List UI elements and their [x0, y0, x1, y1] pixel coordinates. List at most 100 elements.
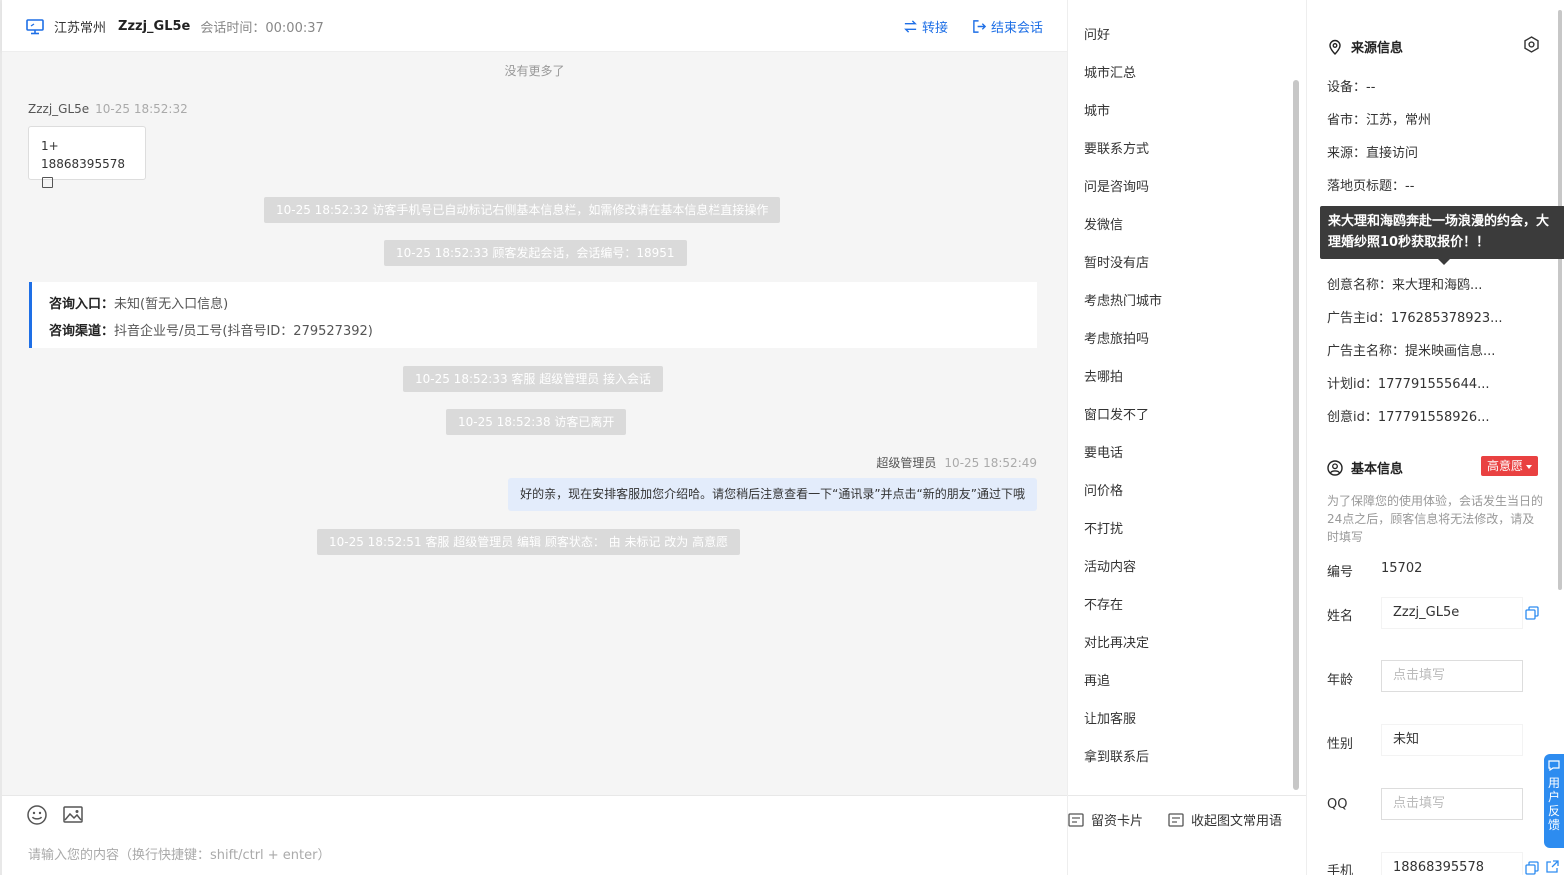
quick-phrase-item[interactable]: 再追: [1084, 670, 1110, 689]
source-device: 设备：--: [1327, 80, 1376, 95]
system-message: 10-25 18:52:38 访客已离开: [446, 409, 627, 435]
exit-icon: [973, 20, 987, 33]
source-info-title: 来源信息: [1327, 37, 1403, 56]
source-landing-title: 落地页标题：--: [1327, 179, 1415, 194]
system-message: 10-25 18:52:51 客服 超级管理员 编辑 顾客状态： 由 未标记 改…: [317, 529, 741, 555]
copy-icon[interactable]: [1525, 606, 1539, 620]
emoji-icon[interactable]: [26, 804, 48, 826]
composer: 请输入您的内容（换行快捷键：shift/ctrl + enter）: [2, 795, 1067, 875]
agent-message-name: 超级管理员: [876, 456, 937, 470]
quick-phrase-item[interactable]: 活动内容: [1084, 556, 1136, 575]
qq-field[interactable]: 点击填写: [1381, 788, 1523, 820]
quick-phrase-scrollbar[interactable]: [1293, 80, 1299, 790]
external-link-icon[interactable]: [1545, 860, 1559, 874]
visitor-name: Zzzj_GL5e: [118, 19, 191, 34]
visitor-message-name: Zzzj_GL5e: [28, 102, 90, 116]
gender-field[interactable]: 未知: [1381, 724, 1523, 756]
transfer-label: 转接: [921, 21, 948, 36]
quick-phrase-item[interactable]: 让加客服: [1084, 708, 1136, 727]
quick-phrase-item[interactable]: 考虑旅拍吗: [1084, 328, 1149, 347]
image-icon[interactable]: [62, 804, 84, 826]
quick-phrase-item[interactable]: 问好: [1084, 24, 1110, 43]
source-creative-name[interactable]: 创意名称：来大理和海鸥...: [1327, 274, 1482, 293]
gender-label: 性别: [1327, 737, 1354, 752]
visitor-message-bubble: 1+ 18868395578: [28, 126, 146, 188]
phone-label: 手机: [1327, 864, 1354, 875]
session-time: 会话时间：00:00:37: [200, 17, 323, 36]
session-time-value: 00:00:37: [265, 21, 324, 36]
source-info-label: 来源信息: [1351, 41, 1404, 56]
basic-info-title: 基本信息: [1327, 458, 1403, 477]
visitor-message-phone: 18868395578: [41, 157, 125, 171]
quick-phrase-item[interactable]: 拿到联系后: [1084, 746, 1149, 765]
customer-info-panel: 来源信息 设备：-- 省市：江苏，常州 来源：直接访问 落地页标题：-- 来大理…: [1306, 0, 1564, 875]
chat-icon: [1548, 760, 1560, 772]
source-creative-id: 创意id：177791558926...: [1327, 410, 1490, 425]
monitor-icon: [26, 18, 44, 34]
agent-message-time: 10-25 18:52:49: [944, 456, 1037, 470]
quick-phrase-item[interactable]: 要电话: [1084, 442, 1123, 461]
message-icon: [1168, 812, 1184, 827]
edit-notice: 为了保障您的使用体验，会话发生当日的24点之后，顾客信息将无法修改，请及时填写: [1327, 494, 1544, 544]
session-time-label: 会话时间：: [200, 21, 266, 36]
basic-info-label: 基本信息: [1351, 462, 1404, 477]
quick-phrases-panel: 问好城市汇总城市要联系方式问是咨询吗发微信暂时没有店考虑热门城市 考虑旅拍吗去哪拍…: [1067, 0, 1306, 875]
age-placeholder: 点击填写: [1393, 668, 1446, 683]
intent-status-label: 高意愿: [1487, 459, 1524, 473]
collapse-phrases-label: 收起图文常用语: [1191, 814, 1283, 829]
quick-phrase-item[interactable]: 要联系方式: [1084, 138, 1149, 157]
quick-phrase-item[interactable]: 窗口发不了: [1084, 404, 1149, 423]
message-input[interactable]: 请输入您的内容（换行快捷键：shift/ctrl + enter）: [28, 844, 331, 863]
qq-label: QQ: [1327, 797, 1348, 812]
quick-phrase-item[interactable]: 不存在: [1084, 594, 1123, 613]
quick-phrase-item[interactable]: 城市: [1084, 100, 1110, 119]
quick-phrase-item[interactable]: 去哪拍: [1084, 366, 1123, 385]
user-circle-icon: [1327, 459, 1343, 476]
user-feedback-label: 用户反馈: [1548, 776, 1561, 832]
visitor-message-meta: Zzzj_GL5e 10-25 18:52:32: [28, 102, 188, 116]
name-field[interactable]: Zzzj_GL5e: [1381, 597, 1523, 629]
no-more-hint: 没有更多了: [504, 64, 565, 78]
location-pin-icon: [1329, 39, 1341, 55]
phone-field[interactable]: 18868395578: [1381, 852, 1523, 875]
quick-phrase-item[interactable]: 考虑热门城市: [1084, 290, 1162, 309]
quick-phrase-item[interactable]: 问价格: [1084, 480, 1123, 499]
quick-phrase-item[interactable]: 不打扰: [1084, 518, 1123, 537]
transfer-button[interactable]: 转接: [903, 17, 948, 36]
system-message: 10-25 18:52:33 客服 超级管理员 接入会话: [403, 366, 664, 392]
age-label: 年龄: [1327, 673, 1354, 688]
source-from: 来源：直接访问: [1327, 146, 1419, 161]
user-feedback-tab[interactable]: 用户反馈: [1544, 754, 1564, 848]
intent-status-dropdown[interactable]: 高意愿: [1481, 456, 1539, 476]
quick-phrase-footer: 留资卡片 收起图文常用语: [1068, 795, 1306, 875]
message-list[interactable]: 没有更多了 Zzzj_GL5e 10-25 18:52:32 1+ 1886839…: [2, 52, 1067, 795]
copy-icon[interactable]: [42, 177, 53, 188]
chat-panel: 江苏常州 Zzzj_GL5e 会话时间：00:00:37 转接 结束会话 没有更…: [0, 0, 1067, 875]
age-field[interactable]: 点击填写: [1381, 660, 1523, 692]
collapse-phrases-button[interactable]: 收起图文常用语: [1168, 810, 1282, 829]
quick-phrase-item[interactable]: 对比再决定: [1084, 632, 1149, 651]
entry-label: 咨询入口：: [49, 297, 115, 312]
end-session-button[interactable]: 结束会话: [972, 17, 1043, 36]
copy-icon[interactable]: [1525, 861, 1539, 875]
agent-message-bubble: 好的亲，现在安排客服加您介绍哈。请您稍后注意查看一下“通讯录”并点击“新的朋友”…: [508, 478, 1037, 511]
channel-value: 抖音企业号/员工号(抖音号ID：279527392): [114, 324, 373, 339]
tooltip-arrow: [1438, 259, 1450, 265]
visitor-region: 江苏常州: [54, 21, 107, 36]
gear-icon[interactable]: [1523, 36, 1540, 53]
quick-phrase-item[interactable]: 发微信: [1084, 214, 1123, 233]
info-scrollbar[interactable]: [1558, 10, 1562, 590]
quick-phrase-item[interactable]: 城市汇总: [1084, 62, 1136, 81]
lead-card-label: 留资卡片: [1091, 814, 1144, 829]
quick-phrase-item[interactable]: 问是咨询吗: [1084, 176, 1149, 195]
visitor-message-time: 10-25 18:52:32: [95, 102, 188, 116]
quick-phrase-item[interactable]: 暂时没有店: [1084, 252, 1149, 271]
caret-down-icon: [1526, 464, 1533, 469]
channel-label: 咨询渠道：: [49, 324, 115, 339]
entry-value: 未知(暂无入口信息): [114, 297, 229, 312]
chat-header: 江苏常州 Zzzj_GL5e 会话时间：00:00:37 转接 结束会话: [2, 0, 1067, 52]
lead-card-button[interactable]: 留资卡片: [1068, 810, 1143, 829]
visitor-message-line: 1+: [41, 139, 59, 153]
system-message: 10-25 18:52:33 顾客发起会话，会话编号：18951: [384, 240, 687, 266]
agent-message-meta: 超级管理员 10-25 18:52:49: [876, 454, 1037, 471]
